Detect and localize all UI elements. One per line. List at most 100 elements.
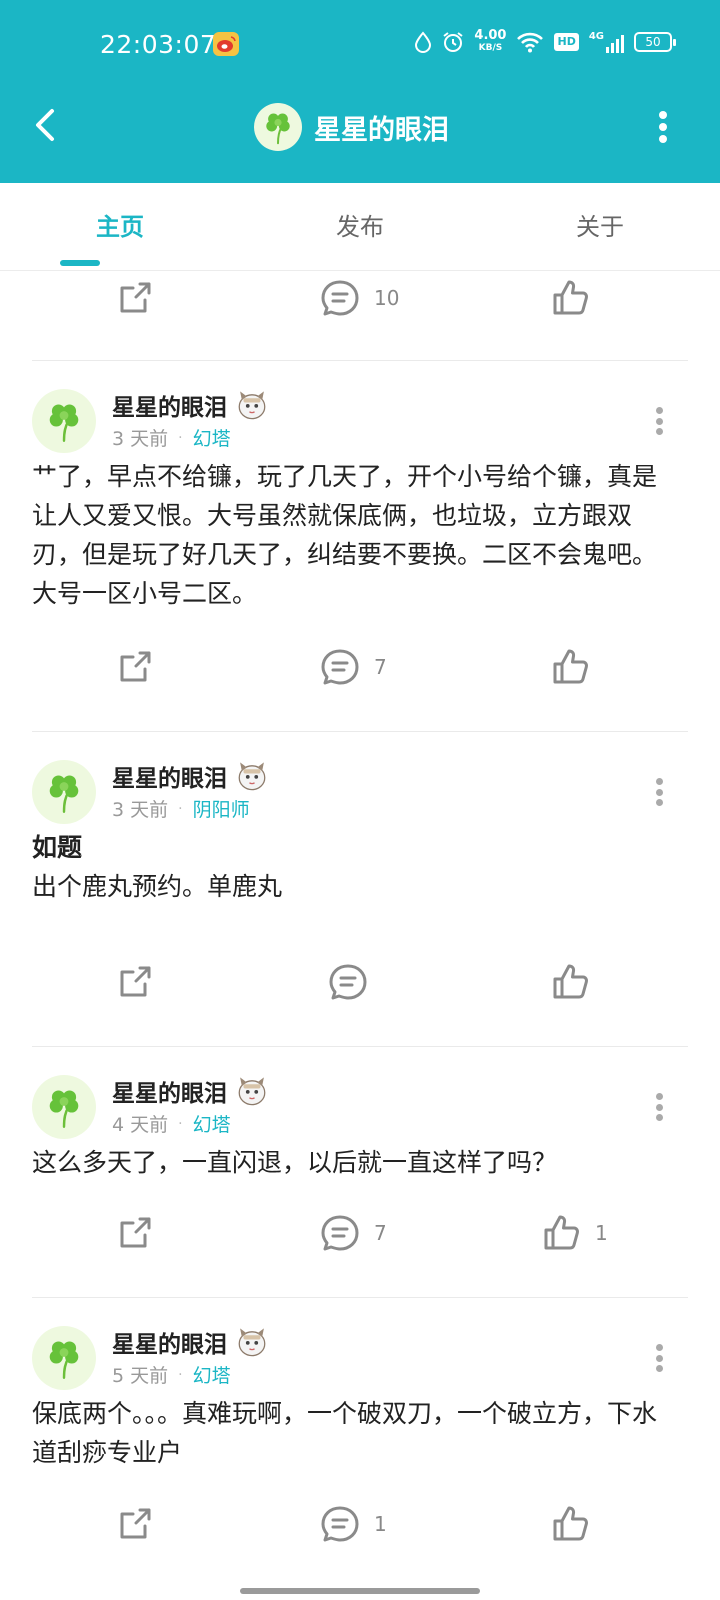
post-more-icon[interactable] <box>656 1093 664 1121</box>
post-content: 保底两个。。。真难玩啊，一个破双刀，一个破立方，下水道刮痧专业户 <box>32 1399 658 1467</box>
comment-icon <box>320 1213 360 1253</box>
battery-icon: 50 <box>634 32 676 52</box>
header-profile: 星星的眼泪 <box>254 103 449 151</box>
avatar[interactable] <box>32 760 96 824</box>
like-button[interactable] <box>550 272 590 332</box>
share-button[interactable] <box>115 272 155 332</box>
clover-icon <box>42 1085 86 1129</box>
badge-icon <box>235 759 269 793</box>
post-content: 艹了，早点不给镰，玩了几天了，开个小号给个镰，真是让人又爱又恨。大号虽然就保底俩… <box>32 462 658 608</box>
tab-indicator <box>60 260 100 266</box>
comment-icon <box>320 1504 360 1544</box>
comment-icon <box>320 278 360 318</box>
post-time: 3 天前 <box>112 799 169 821</box>
post-time: 3 天前 <box>112 428 169 450</box>
back-button[interactable] <box>28 103 62 147</box>
post-card[interactable]: 星星的眼泪 4 天前 · 幻塔 这么多天了，一直闪退，以后就一直这样了吗？ 7 1 <box>0 1047 720 1297</box>
avatar[interactable] <box>32 389 96 453</box>
comment-icon <box>320 647 360 687</box>
comment-button[interactable]: 10 <box>320 272 399 332</box>
author-name[interactable]: 星星的眼泪 <box>112 1074 269 1108</box>
game-tag[interactable]: 阴阳师 <box>193 795 250 822</box>
like-icon <box>550 647 590 687</box>
share-icon <box>115 278 155 318</box>
action-bar: 7 <box>0 633 720 701</box>
tab-home[interactable]: 主页 <box>0 183 240 270</box>
comment-icon <box>328 962 368 1002</box>
action-bar: 1 <box>0 1490 720 1558</box>
badge-icon <box>235 388 269 422</box>
comment-button[interactable]: 1 <box>320 1490 387 1558</box>
badge-icon <box>235 1074 269 1108</box>
badge-icon <box>235 1325 269 1359</box>
post-card[interactable]: 星星的眼泪 5 天前 · 幻塔 保底两个。。。真难玩啊，一个破双刀，一个破立方，下水… <box>0 1298 720 1598</box>
share-button[interactable] <box>115 1199 155 1267</box>
signal-icon: 4G <box>589 31 624 53</box>
post-more-icon[interactable] <box>656 407 664 435</box>
comment-count: 10 <box>374 286 400 310</box>
action-bar: 10 <box>0 272 720 332</box>
tab-bar: 主页 发布 关于 <box>0 183 720 271</box>
author-name[interactable]: 星星的眼泪 <box>112 1325 269 1359</box>
page-title: 星星的眼泪 <box>314 114 449 146</box>
share-icon <box>115 647 155 687</box>
comment-count: 1 <box>374 1512 387 1536</box>
share-icon <box>115 962 155 1002</box>
status-time: 22:03:07 <box>100 30 217 59</box>
more-vertical-icon[interactable] <box>656 107 670 147</box>
comment-button[interactable]: 7 <box>320 633 387 701</box>
post-time: 4 天前 <box>112 1114 169 1136</box>
post-card[interactable]: 星星的眼泪 3 天前 · 阴阳师 如题 出个鹿丸预约。单鹿丸 <box>0 732 720 1046</box>
action-bar: 7 1 <box>0 1199 720 1267</box>
avatar[interactable] <box>32 1326 96 1390</box>
game-tag[interactable]: 幻塔 <box>193 424 231 451</box>
share-button[interactable] <box>115 633 155 701</box>
post-more-icon[interactable] <box>656 778 664 806</box>
like-icon <box>550 962 590 1002</box>
wifi-icon <box>517 32 544 53</box>
share-icon <box>115 1213 155 1253</box>
avatar[interactable] <box>32 1075 96 1139</box>
status-icons: 4.00 KB/S HD 4G 50 <box>414 28 676 54</box>
post-body: 出个鹿丸预约。单鹿丸 <box>32 872 283 901</box>
like-icon <box>550 278 590 318</box>
post-feed: 10 星星的眼泪 3 天前 · 幻塔 艹了，早点不给镰，玩了几天了，开个小号给个镰，… <box>0 272 720 1600</box>
author-name[interactable]: 星星的眼泪 <box>112 388 269 422</box>
post-time: 5 天前 <box>112 1365 169 1387</box>
clover-icon <box>42 1336 86 1380</box>
like-button[interactable] <box>550 633 590 701</box>
post-meta: 4 天前 · 幻塔 <box>112 1110 231 1137</box>
share-button[interactable] <box>115 1490 155 1558</box>
post-content: 如题 出个鹿丸预约。单鹿丸 <box>32 828 672 906</box>
share-button[interactable] <box>115 948 155 1016</box>
like-button[interactable]: 1 <box>541 1199 608 1267</box>
comment-button[interactable] <box>328 948 368 1016</box>
header-avatar[interactable] <box>254 103 302 151</box>
tab-about[interactable]: 关于 <box>480 183 720 270</box>
post-more-icon[interactable] <box>656 1344 664 1372</box>
post-meta: 3 天前 · 阴阳师 <box>112 795 250 822</box>
comment-count: 7 <box>374 1221 387 1245</box>
like-button[interactable] <box>550 1490 590 1558</box>
tab-publish[interactable]: 发布 <box>240 183 480 270</box>
share-icon <box>115 1504 155 1544</box>
comment-button[interactable]: 7 <box>320 1199 387 1267</box>
post-card[interactable]: 星星的眼泪 3 天前 · 幻塔 艹了，早点不给镰，玩了几天了，开个小号给个镰，真是让… <box>0 361 720 731</box>
post-meta: 3 天前 · 幻塔 <box>112 424 231 451</box>
hd-icon: HD <box>554 33 579 51</box>
post-title: 如题 <box>32 833 83 862</box>
game-tag[interactable]: 幻塔 <box>193 1110 231 1137</box>
action-bar <box>0 948 720 1016</box>
game-tag[interactable]: 幻塔 <box>193 1361 231 1388</box>
like-icon <box>550 1504 590 1544</box>
home-indicator[interactable] <box>240 1588 480 1594</box>
net-speed: 4.00 KB/S <box>474 28 507 53</box>
author-name[interactable]: 星星的眼泪 <box>112 759 269 793</box>
app-header: 22:03:07 4.00 KB/S HD 4G 50 星星的眼泪 <box>0 0 720 183</box>
like-icon <box>541 1213 581 1253</box>
comment-count: 7 <box>374 655 387 679</box>
like-count: 1 <box>595 1221 608 1245</box>
drop-icon <box>415 31 432 53</box>
like-button[interactable] <box>550 948 590 1016</box>
weibo-icon <box>213 32 239 56</box>
